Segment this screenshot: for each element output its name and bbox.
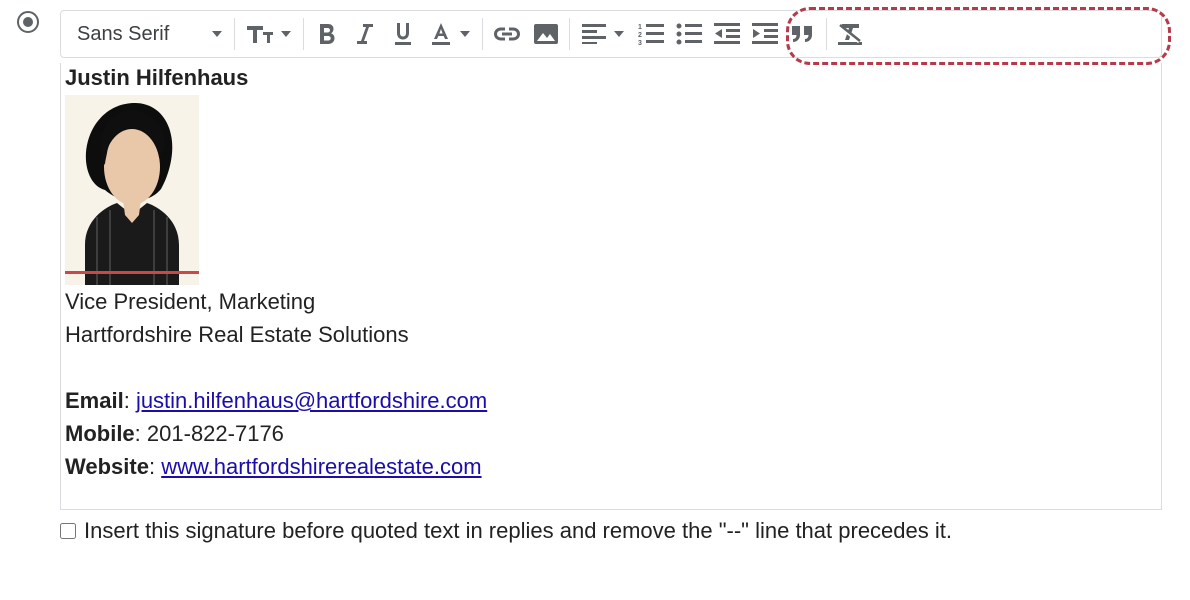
formatting-toolbar: Sans Serif [60, 10, 1162, 58]
colon: : [135, 421, 147, 446]
colon: : [124, 388, 136, 413]
underline-icon [392, 21, 414, 47]
italic-button[interactable] [346, 14, 384, 54]
bold-button[interactable] [308, 14, 346, 54]
svg-text:2: 2 [638, 32, 642, 39]
text-color-button[interactable] [422, 14, 478, 54]
indent-more-button[interactable] [746, 14, 784, 54]
insert-before-quoted-label: Insert this signature before quoted text… [84, 518, 952, 544]
insert-before-quoted-row[interactable]: Insert this signature before quoted text… [60, 518, 1182, 544]
font-size-icon [247, 23, 273, 45]
website-label: Website [65, 454, 149, 479]
numbered-list-icon: 1 2 3 [638, 23, 664, 45]
align-button[interactable] [574, 14, 632, 54]
font-family-label: Sans Serif [77, 23, 169, 46]
link-icon [493, 26, 521, 42]
mobile-value: 201-822-7176 [147, 421, 284, 446]
remove-formatting-button[interactable] [831, 14, 869, 54]
colon: : [149, 454, 161, 479]
caret-down-icon [212, 31, 222, 37]
signature-editor[interactable]: Justin Hilfenhaus Vice President, Market… [60, 63, 1162, 510]
bulleted-list-button[interactable] [670, 14, 708, 54]
svg-text:1: 1 [638, 24, 642, 31]
quote-button[interactable] [784, 14, 822, 54]
toolbar-separator [234, 18, 235, 50]
toolbar-separator [303, 18, 304, 50]
insert-before-quoted-checkbox[interactable] [60, 523, 76, 539]
signature-radio[interactable] [17, 11, 39, 33]
email-link[interactable]: justin.hilfenhaus@hartfordshire.com [136, 388, 487, 413]
signature-email-line: Email: justin.hilfenhaus@hartfordshire.c… [65, 384, 1157, 417]
italic-icon [355, 22, 375, 46]
signature-company: Hartfordshire Real Estate Solutions [65, 318, 1157, 351]
indent-less-icon [714, 23, 740, 45]
caret-down-icon [460, 31, 470, 37]
quote-icon [790, 24, 816, 44]
signature-mobile-line: Mobile: 201-822-7176 [65, 417, 1157, 450]
caret-down-icon [281, 31, 291, 37]
indent-less-button[interactable] [708, 14, 746, 54]
underline-button[interactable] [384, 14, 422, 54]
text-color-icon [430, 21, 452, 47]
email-label: Email [65, 388, 124, 413]
blank-line [65, 351, 1157, 384]
font-family-select[interactable]: Sans Serif [65, 14, 230, 54]
bold-icon [317, 22, 337, 46]
toolbar-separator [569, 18, 570, 50]
insert-link-button[interactable] [487, 14, 527, 54]
signature-photo [65, 95, 199, 285]
font-size-button[interactable] [239, 14, 299, 54]
remove-formatting-icon [837, 22, 863, 46]
svg-text:3: 3 [638, 40, 642, 45]
signature-title: Vice President, Marketing [65, 285, 1157, 318]
image-icon [533, 23, 559, 45]
bulleted-list-icon [676, 23, 702, 45]
numbered-list-button[interactable]: 1 2 3 [632, 14, 670, 54]
signature-name: Justin Hilfenhaus [65, 65, 1157, 95]
insert-image-button[interactable] [527, 14, 565, 54]
indent-more-icon [752, 23, 778, 45]
caret-down-icon [614, 31, 624, 37]
toolbar-separator [482, 18, 483, 50]
website-link[interactable]: www.hartfordshirerealestate.com [161, 454, 481, 479]
signature-website-line: Website: www.hartfordshirerealestate.com [65, 450, 1157, 483]
toolbar-separator [826, 18, 827, 50]
mobile-label: Mobile [65, 421, 135, 446]
align-left-icon [582, 24, 606, 44]
radio-dot [23, 17, 33, 27]
